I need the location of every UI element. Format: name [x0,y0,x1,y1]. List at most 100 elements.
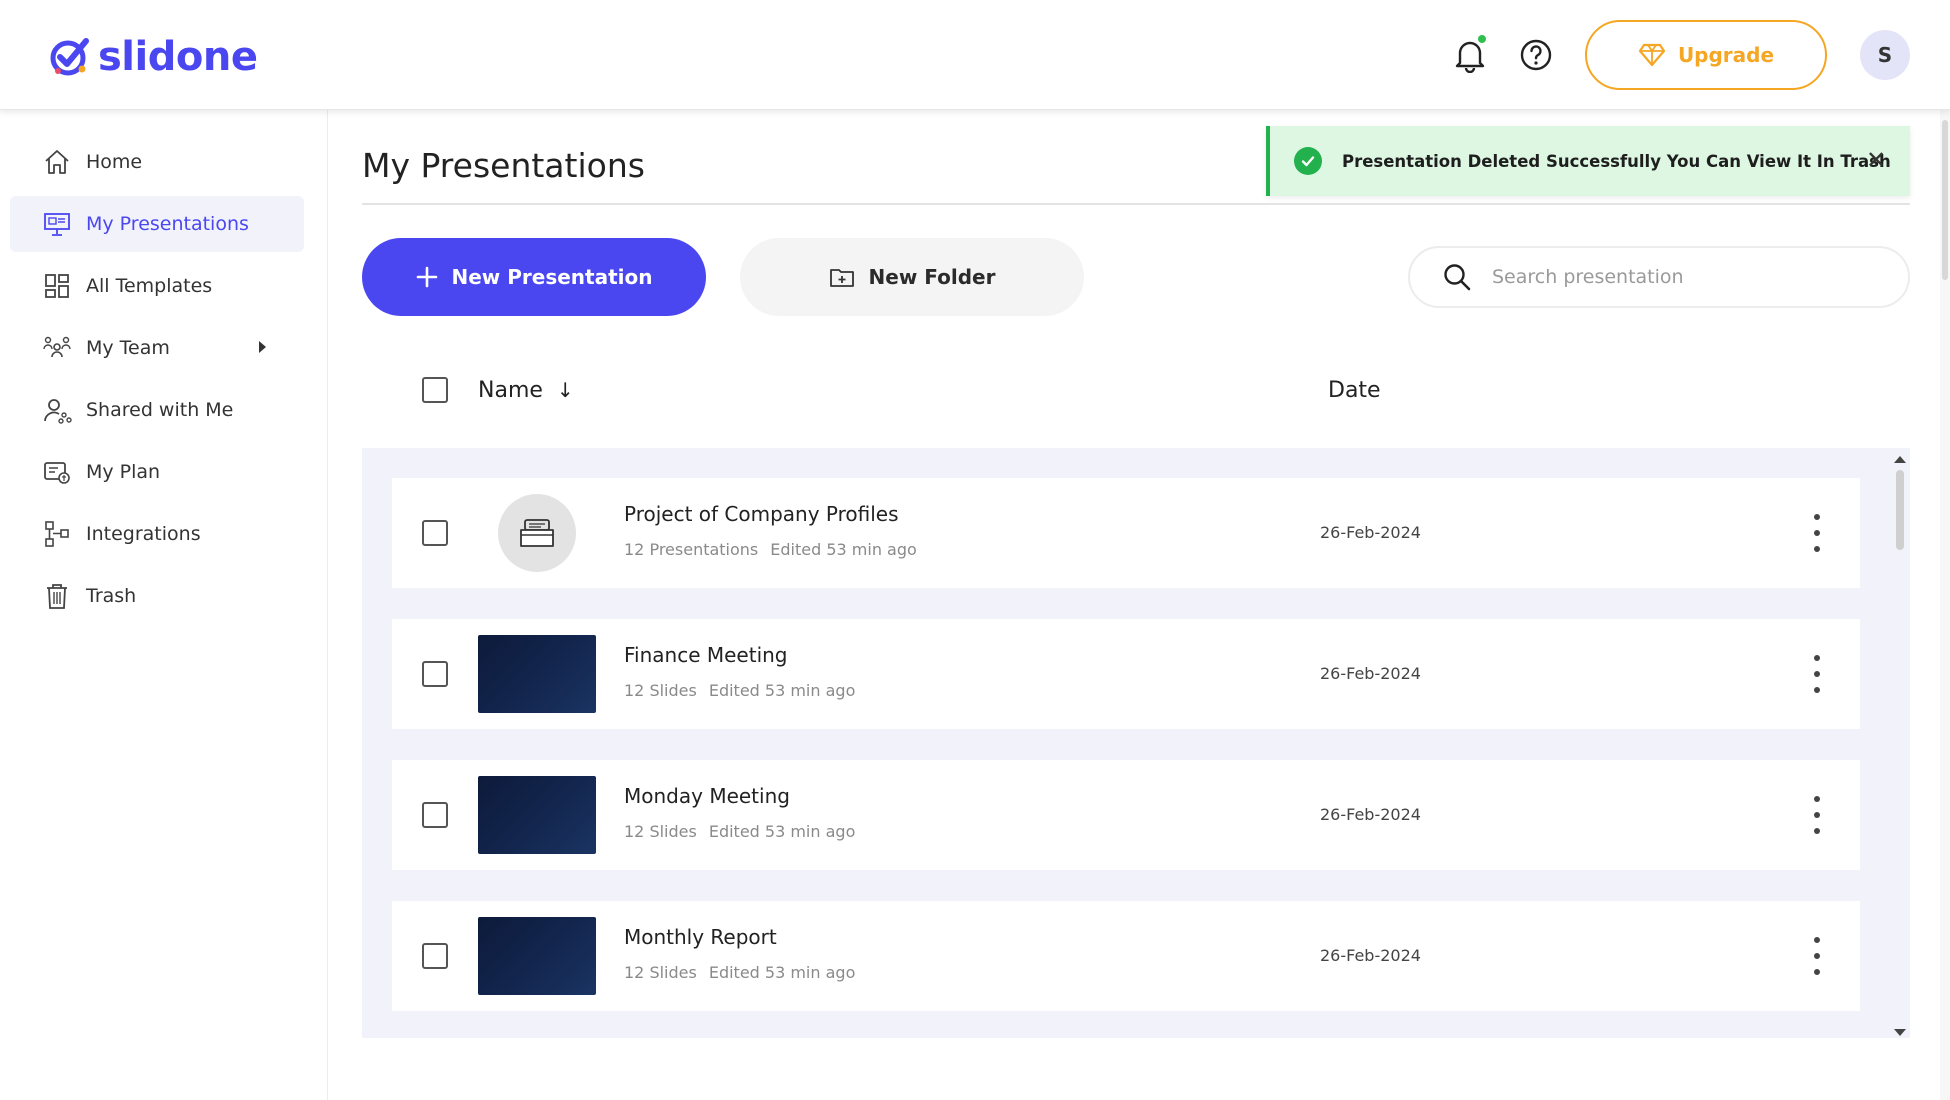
toast-message: Presentation Deleted Successfully You Ca… [1342,151,1891,171]
item-name[interactable]: Project of Company Profiles [624,502,899,526]
sidebar-item-my-plan[interactable]: My Plan [10,444,304,500]
team-icon [43,336,71,358]
sidebar-item-label: My Plan [86,461,161,483]
more-options-icon[interactable] [1802,792,1832,838]
trash-icon [47,584,67,609]
item-date: 26-Feb-2024 [1320,805,1421,824]
item-date: 26-Feb-2024 [1320,523,1421,542]
item-name[interactable]: Finance Meeting [624,643,788,667]
help-icon [1520,39,1552,71]
page-title: My Presentations [362,146,645,185]
expand-arrow-icon[interactable] [259,341,266,353]
list-scrollbar[interactable] [1892,456,1906,1036]
new-presentation-label: New Presentation [451,265,653,289]
item-meta: 12 Slides Edited 53 min ago [624,681,855,700]
avatar[interactable]: S [1860,30,1910,80]
check-circle-icon [1294,147,1322,175]
slide-thumbnail [478,917,596,995]
diamond-icon [1638,43,1666,67]
search-icon [1444,264,1471,291]
new-folder-label: New Folder [868,265,996,289]
item-count: 12 Slides [624,681,697,700]
list-item[interactable]: Finance Meeting 12 Slides Edited 53 min … [392,619,1860,729]
sort-down-icon[interactable]: ↓ [557,378,574,402]
row-checkbox[interactable] [422,661,448,687]
sidebar-item-label: Trash [86,585,137,607]
notifications-button[interactable] [1452,33,1488,75]
sidebar-item-label: My Presentations [86,213,249,235]
item-count: 12 Slides [624,822,697,841]
item-edited: Edited 53 min ago [708,681,856,700]
plus-icon [416,266,437,288]
new-folder-button[interactable]: New Folder [740,238,1084,316]
sidebar-item-home[interactable]: Home [10,134,304,190]
title-divider [362,203,1910,205]
shared-user-icon [44,399,72,424]
more-options-icon[interactable] [1802,651,1832,697]
list-item[interactable]: Monday Meeting 12 Slides Edited 53 min a… [392,760,1860,870]
date-column-header[interactable]: Date [1328,370,1381,410]
search-input[interactable] [1492,266,1872,288]
scroll-up-icon[interactable] [1894,456,1906,463]
list-item[interactable]: Monthly Report 12 Slides Edited 53 min a… [392,901,1860,1011]
item-meta: 12 Presentations Edited 53 min ago [624,540,917,559]
item-meta: 12 Slides Edited 53 min ago [624,822,855,841]
new-presentation-button[interactable]: New Presentation [362,238,706,316]
page-scrollbar[interactable] [1940,110,1950,1100]
sidebar-item-shared-with-me[interactable]: Shared with Me [10,382,304,438]
brand-name: slidone [98,34,258,80]
notification-dot [1476,33,1488,45]
presentation-icon [44,213,70,236]
more-options-icon[interactable] [1802,510,1832,556]
presentation-list: Project of Company Profiles 12 Presentat… [362,448,1910,1038]
item-date: 26-Feb-2024 [1320,946,1421,965]
sidebar: Home My Presentations All Templates My T… [0,110,328,1100]
item-date: 26-Feb-2024 [1320,664,1421,683]
sidebar-item-label: All Templates [86,275,213,297]
sidebar-item-trash[interactable]: Trash [10,568,304,624]
item-name[interactable]: Monday Meeting [624,784,790,808]
home-icon [45,150,69,174]
scroll-down-icon[interactable] [1894,1029,1906,1036]
row-checkbox[interactable] [422,520,448,546]
upgrade-label: Upgrade [1677,43,1775,67]
row-checkbox[interactable] [422,802,448,828]
search-box[interactable] [1408,246,1910,308]
integrations-icon [45,521,69,547]
more-options-icon[interactable] [1802,933,1832,979]
date-header-label: Date [1328,377,1381,403]
page-scroll-thumb[interactable] [1942,120,1948,280]
top-header: slidone Upgrade S [0,0,1950,110]
sidebar-item-integrations[interactable]: Integrations [10,506,304,562]
upgrade-button[interactable]: Upgrade [1585,20,1827,90]
slide-thumbnail [478,776,596,854]
logo-mark-icon [50,38,89,76]
sidebar-item-label: Home [86,151,143,173]
row-checkbox[interactable] [422,943,448,969]
logo[interactable]: slidone [48,34,258,80]
item-count: 12 Slides [624,963,697,982]
item-edited: Edited 53 min ago [708,822,856,841]
success-toast: Presentation Deleted Successfully You Ca… [1266,126,1910,196]
item-edited: Edited 53 min ago [708,963,856,982]
slide-thumbnail [478,635,596,713]
help-button[interactable] [1518,35,1554,75]
sidebar-item-label: Integrations [86,523,201,545]
item-edited: Edited 53 min ago [770,540,917,559]
name-column-header[interactable]: Name ↓ [478,370,574,410]
sidebar-item-label: Shared with Me [86,399,234,421]
folder-thumbnail [498,494,576,572]
sidebar-item-my-presentations[interactable]: My Presentations [10,196,304,252]
name-header-label: Name [478,377,543,403]
folder-plus-icon [829,269,854,287]
item-count: 12 Presentations [624,540,759,559]
item-meta: 12 Slides Edited 53 min ago [624,963,855,982]
item-name[interactable]: Monthly Report [624,925,777,949]
close-icon[interactable]: ✕ [1862,146,1890,174]
select-all-checkbox[interactable] [422,377,448,403]
list-item[interactable]: Project of Company Profiles 12 Presentat… [392,478,1860,588]
sidebar-item-my-team[interactable]: My Team [10,320,304,376]
scroll-thumb[interactable] [1896,470,1904,550]
folder-icon [520,519,554,547]
sidebar-item-all-templates[interactable]: All Templates [10,258,304,314]
